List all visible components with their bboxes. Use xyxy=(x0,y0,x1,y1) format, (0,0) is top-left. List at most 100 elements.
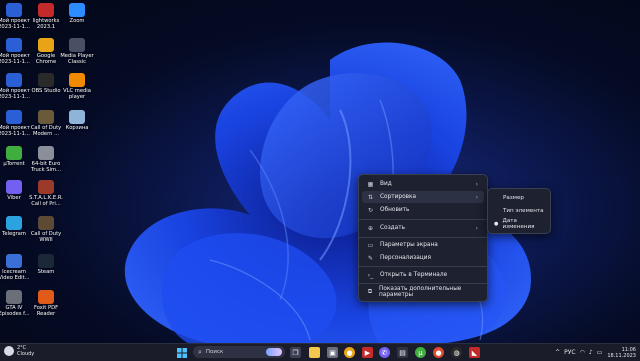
sort-icon: ⇅ xyxy=(367,193,374,201)
video-project-icon xyxy=(6,110,22,124)
wifi-icon[interactable]: ◠ xyxy=(580,349,585,356)
cod-icon xyxy=(38,110,54,124)
submenu-item-date-modified[interactable]: ● Дата изменения xyxy=(491,217,547,230)
system-tray: ^ РУС ◠ ♪ ▭ 11:06 18.11.2023 xyxy=(551,345,636,360)
desktop-icon[interactable]: lightworks 2023.1 xyxy=(29,3,63,30)
media-icon: ▣ xyxy=(329,348,336,357)
menu-item-sort[interactable]: ⇅ Сортировка › xyxy=(362,191,484,203)
desktop-icon[interactable]: Icecream Video Edit... xyxy=(0,254,31,281)
submenu-item-label: Размер xyxy=(503,194,524,201)
taskbar-utorrent[interactable]: µ xyxy=(415,347,426,358)
gta-icon xyxy=(6,290,22,304)
taskbar-obs[interactable]: ◍ xyxy=(451,347,462,358)
start-button[interactable] xyxy=(176,347,187,358)
menu-item-label: Показать дополнительные параметры xyxy=(378,286,462,298)
weather-widget[interactable]: 2°C Cloudy xyxy=(4,345,34,357)
desktop-icon[interactable]: Call of Duty Modern ... xyxy=(29,110,63,137)
taskbar-explorer[interactable] xyxy=(309,347,320,358)
chrome-icon: ● xyxy=(346,348,353,357)
task-view-button[interactable]: ❐ xyxy=(290,347,301,358)
menu-item-label: Параметры экрана xyxy=(380,242,438,248)
taskbar-app[interactable]: ▤ xyxy=(397,347,408,358)
language-indicator[interactable]: РУС xyxy=(564,349,575,356)
windows-logo-icon xyxy=(176,347,187,358)
menu-item-personalize[interactable]: ✎ Персонализация xyxy=(362,252,484,264)
menu-item-label: Открыть в Терминале xyxy=(380,272,448,278)
submenu-item-type[interactable]: Тип элемента xyxy=(491,205,547,216)
search-highlight-icon xyxy=(266,348,282,356)
taskbar-lightworks[interactable]: ◣ xyxy=(469,347,480,358)
chrome-icon xyxy=(38,38,54,52)
taskbar-search[interactable]: ⌕ xyxy=(193,346,285,358)
desktop-icon[interactable]: Foxit PDF Reader xyxy=(29,290,63,317)
menu-item-terminal[interactable]: ›_ Открыть в Терминале xyxy=(362,269,484,281)
terminal-icon: ›_ xyxy=(367,271,374,279)
menu-item-label: Создать xyxy=(380,225,406,231)
menu-divider xyxy=(359,266,487,267)
desktop-icon-label: Steam xyxy=(37,269,55,275)
desktop-icon[interactable]: S.T.A.L.K.E.R. Call of Pri... xyxy=(29,180,63,207)
ets-icon xyxy=(38,146,54,160)
submenu-item-size[interactable]: Размер xyxy=(491,192,547,203)
stalker-icon xyxy=(38,180,54,194)
desktop-icon-label: Zoom xyxy=(69,18,85,24)
viber-icon xyxy=(6,180,22,194)
cod-ww2-icon xyxy=(38,216,54,230)
chevron-right-icon: › xyxy=(475,180,478,188)
grid-icon: ▦ xyxy=(367,180,374,188)
menu-item-refresh[interactable]: ↻ Обновить xyxy=(362,204,484,216)
desktop-icon[interactable]: VLC media player xyxy=(60,73,94,100)
desktop-icon-label: Foxit PDF Reader xyxy=(33,305,59,318)
sort-submenu: Размер Тип элемента ● Дата изменения xyxy=(487,188,551,234)
taskbar-app[interactable]: ▣ xyxy=(327,347,338,358)
utorrent-icon: µ xyxy=(418,348,423,357)
battery-icon[interactable]: ▭ xyxy=(597,349,603,356)
lightworks-icon: ◣ xyxy=(471,348,478,357)
taskbar-app[interactable]: ▶ xyxy=(362,347,373,358)
display-icon: ▭ xyxy=(367,241,374,249)
desktop-icon[interactable]: Zoom xyxy=(60,3,94,24)
taskbar-viber[interactable]: ✆ xyxy=(379,347,390,358)
volume-icon[interactable]: ♪ xyxy=(589,349,593,356)
desktop-icon[interactable]: Media Player Classic xyxy=(60,38,94,65)
desktop-icon-label: VLC media player xyxy=(63,88,91,101)
submenu-item-label: Дата изменения xyxy=(502,217,535,230)
taskbar-chrome[interactable]: ● xyxy=(344,347,355,358)
recording-icon: ● xyxy=(435,348,442,357)
tray-chevron-icon[interactable]: ^ xyxy=(555,349,560,356)
search-icon: ⌕ xyxy=(198,347,202,356)
search-input[interactable] xyxy=(205,349,254,355)
vlc-icon xyxy=(69,73,85,87)
cloud-icon xyxy=(4,346,14,356)
desktop-icon[interactable]: Call of Duty WWII xyxy=(29,216,63,243)
desktop-icon-label: S.T.A.L.K.E.R. Call of Pri... xyxy=(29,195,63,208)
desktop-icon-label: 64-bit Euro Truck Sim... xyxy=(30,161,62,174)
more-options-icon: ⧉ xyxy=(367,288,373,295)
obs-icon: ◍ xyxy=(453,348,460,357)
video-project-icon xyxy=(6,38,22,52)
menu-divider xyxy=(359,283,487,284)
refresh-icon: ↻ xyxy=(367,206,374,214)
desktop-icon[interactable]: Мой проект 2023-11-1... xyxy=(0,73,31,100)
desktop-icon-label: Call of Duty WWII xyxy=(30,231,62,244)
menu-item-more-options[interactable]: ⧉ Показать дополнительные параметры xyxy=(362,286,484,298)
brush-icon: ✎ xyxy=(367,254,374,262)
video-project-icon xyxy=(6,3,22,17)
desktop-icon-grid: Мой проект 2023-11-1... lightworks 2023.1… xyxy=(0,0,100,340)
menu-item-view[interactable]: ▦ Вид › xyxy=(362,178,484,190)
steam-icon xyxy=(38,254,54,268)
utorrent-icon xyxy=(6,146,22,160)
desktop-icon-label: Корзина xyxy=(65,125,89,131)
menu-item-label: Вид xyxy=(380,181,392,187)
menu-item-display-settings[interactable]: ▭ Параметры экрана xyxy=(362,239,484,251)
weather-condition: Cloudy xyxy=(17,351,35,357)
clock[interactable]: 11:06 18.11.2023 xyxy=(607,347,636,359)
taskbar-app[interactable]: ● xyxy=(433,347,444,358)
store-icon: ▤ xyxy=(399,348,406,357)
desktop-icon[interactable]: Steam xyxy=(29,254,63,275)
desktop-icon[interactable]: Корзина xyxy=(60,110,94,131)
menu-item-new[interactable]: ⊕ Создать › xyxy=(362,222,484,234)
clock-date: 18.11.2023 xyxy=(607,352,636,359)
mpc-icon xyxy=(69,38,85,52)
desktop-icon[interactable]: 64-bit Euro Truck Sim... xyxy=(29,146,63,173)
